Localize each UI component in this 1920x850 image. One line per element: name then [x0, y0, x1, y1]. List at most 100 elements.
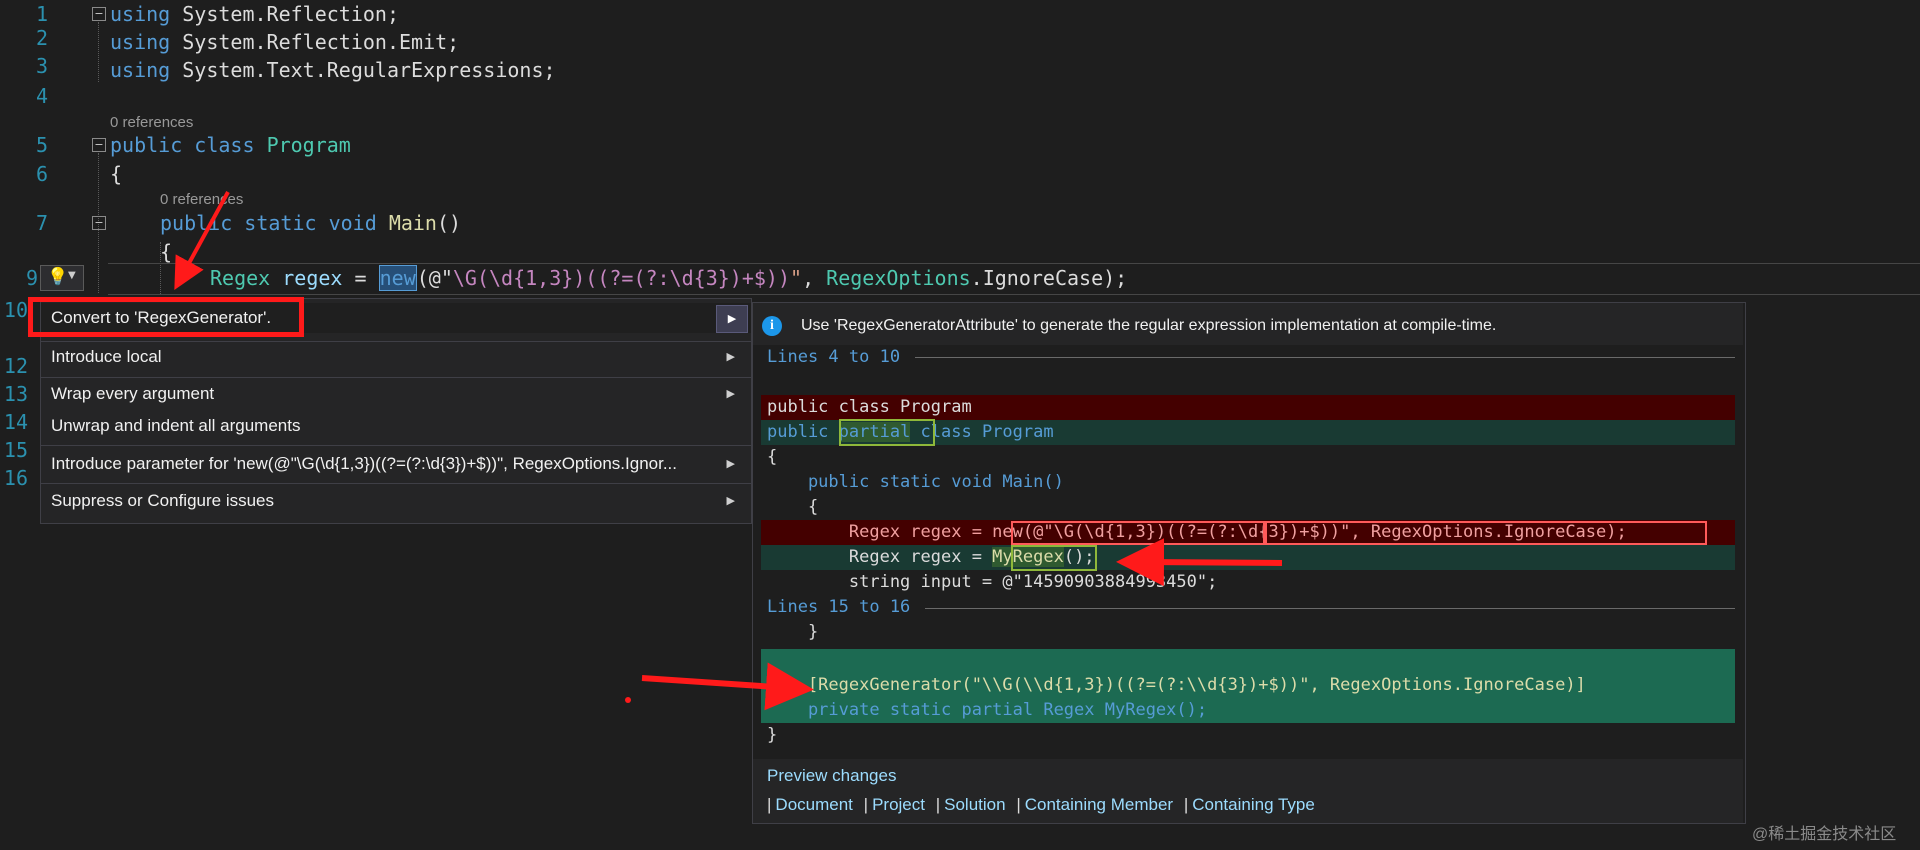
- scope-link-containing-member[interactable]: Containing Member: [1025, 795, 1173, 814]
- menu-item-wrap-every-argument[interactable]: Wrap every argument ▶: [41, 379, 751, 409]
- code-line: {: [110, 162, 123, 186]
- line-number: 15: [3, 438, 28, 462]
- submenu-arrow-icon: ▶: [726, 458, 735, 470]
- fold-guide: [98, 22, 99, 82]
- punctuation: (@": [416, 266, 453, 290]
- annotation-highlight-box: [839, 419, 935, 446]
- diff-line-added: Regex regex = MyRegex();: [761, 545, 1735, 570]
- codelens-references[interactable]: 0 references: [160, 191, 243, 209]
- punctuation: );: [1103, 266, 1128, 290]
- code-text: }: [767, 725, 778, 745]
- scope-link-project[interactable]: Project: [872, 795, 925, 814]
- section-label: Lines 15 to 16: [767, 597, 911, 617]
- menu-separator: [41, 483, 751, 484]
- keyword: using: [110, 30, 171, 54]
- code-text: public static void Main(): [767, 472, 1064, 492]
- code-line: public static void Main(): [160, 209, 461, 237]
- code-line: using System.Text.RegularExpressions;: [110, 56, 556, 84]
- keyword: static: [244, 211, 317, 235]
- chevron-down-icon: ▼: [68, 270, 76, 281]
- preview-footer: Preview changes | Document | Project | Solu…: [753, 759, 1743, 823]
- submenu-expand-button[interactable]: ▶: [716, 305, 748, 333]
- diff-line: }: [761, 620, 1735, 645]
- codelens-references[interactable]: 0 references: [110, 114, 193, 132]
- diff-line-added: private static partial Regex MyRegex();: [761, 698, 1735, 723]
- code-editor[interactable]: 1 2 3 4 5 6 7 9 10 12 13 14 15 16 − − − …: [0, 0, 1920, 850]
- annotation-highlight-box: [1265, 521, 1707, 545]
- section-rule: [915, 357, 1735, 358]
- info-icon: i: [762, 316, 782, 336]
- submenu-arrow-icon: ▶: [726, 495, 735, 507]
- line-number: 3: [35, 54, 48, 78]
- section-rule: [925, 608, 1735, 609]
- line-number: 10: [3, 298, 28, 322]
- namespace: System.Reflection.Emit;: [182, 30, 460, 54]
- line-number: 6: [35, 162, 48, 186]
- menu-item-unwrap-and-indent[interactable]: Unwrap and indent all arguments: [41, 411, 751, 441]
- punctuation: ": [790, 266, 803, 290]
- variable: regex: [282, 266, 343, 290]
- section-label: Lines 4 to 10: [767, 347, 901, 367]
- menu-item-label: Introduce parameter for 'new(@"\G(\d{1,3…: [51, 454, 677, 473]
- diff-line-removed: public class Program: [761, 395, 1735, 420]
- code-text: {: [767, 497, 819, 517]
- code-line: using System.Reflection;: [110, 0, 399, 28]
- preview-panel: i Use 'RegexGeneratorAttribute' to gener…: [752, 302, 1746, 824]
- menu-item-label: Introduce local: [51, 347, 162, 366]
- diff-line: string input = @"14590903884993450";: [761, 570, 1735, 595]
- lightbulb-icon: 💡: [47, 267, 69, 287]
- namespace: System.Text.RegularExpressions;: [182, 58, 556, 82]
- code-text: {: [767, 447, 778, 467]
- collapse-toggle[interactable]: −: [92, 7, 106, 21]
- keyword: public: [110, 133, 183, 157]
- menu-item-label: Suppress or Configure issues: [51, 491, 275, 510]
- menu-item-introduce-local[interactable]: Introduce local ▶: [41, 342, 751, 372]
- class-name: Program: [266, 133, 351, 157]
- code-text: string input = @"14590903884993450";: [767, 572, 1218, 592]
- member: .IgnoreCase: [970, 266, 1104, 290]
- annotation-highlight-box: [1011, 545, 1097, 571]
- scope-link-solution[interactable]: Solution: [944, 795, 1005, 814]
- keyword-new-selected[interactable]: new: [378, 265, 417, 291]
- submenu-arrow-icon: ▶: [726, 351, 735, 363]
- code-text: }: [767, 622, 819, 642]
- line-number: 14: [3, 410, 28, 434]
- menu-item-label: Unwrap and indent all arguments: [51, 416, 301, 435]
- code-line: Regex regex = new(@"\G(\d{1,3})((?=(?:\d…: [210, 264, 1127, 292]
- scope-links: | Document | Project | Solution | Containing…: [767, 795, 1315, 814]
- line-number: 12: [3, 354, 28, 378]
- code-text: [RegexGenerator("\\G(\\d{1,3})((?=(?:\\d…: [767, 675, 1586, 695]
- code-line: public class Program: [110, 131, 351, 159]
- menu-item-introduce-parameter[interactable]: Introduce parameter for 'new(@"\G(\d{1,3…: [41, 449, 751, 479]
- keyword: void: [328, 211, 377, 235]
- scope-link-containing-type[interactable]: Containing Type: [1192, 795, 1315, 814]
- menu-separator: [41, 445, 751, 446]
- type-name: Regex: [210, 266, 271, 290]
- code-text: Regex regex =: [767, 547, 993, 567]
- keyword: using: [110, 2, 171, 26]
- type-name: RegexOptions: [826, 266, 971, 290]
- punctuation: ,: [802, 266, 827, 290]
- line-number: 16: [3, 466, 28, 490]
- collapse-toggle[interactable]: −: [92, 138, 106, 152]
- diff-line: }: [761, 723, 1735, 748]
- operator: =: [342, 266, 379, 290]
- scope-link-document[interactable]: Document: [775, 795, 852, 814]
- line-number: 7: [35, 211, 48, 235]
- menu-item-label: Wrap every argument: [51, 384, 215, 403]
- keyword: using: [110, 58, 171, 82]
- line-number: 2: [35, 26, 48, 50]
- preview-header: i Use 'RegexGeneratorAttribute' to gener…: [753, 303, 1743, 345]
- preview-changes-link[interactable]: Preview changes: [767, 766, 896, 786]
- collapse-toggle[interactable]: −: [92, 216, 106, 230]
- diff-line: public static void Main(): [761, 470, 1735, 495]
- method-name: Main: [388, 211, 437, 235]
- lightbulb-button[interactable]: 💡 ▼: [40, 265, 84, 291]
- menu-item-suppress-configure[interactable]: Suppress or Configure issues ▶: [41, 486, 751, 516]
- diff-line: {: [761, 495, 1735, 520]
- menu-separator: [41, 377, 751, 378]
- annotation-dot: [625, 697, 631, 703]
- keyword: class: [194, 133, 255, 157]
- annotation-highlight-box: [28, 297, 304, 337]
- code-text: private static partial Regex MyRegex();: [767, 700, 1208, 720]
